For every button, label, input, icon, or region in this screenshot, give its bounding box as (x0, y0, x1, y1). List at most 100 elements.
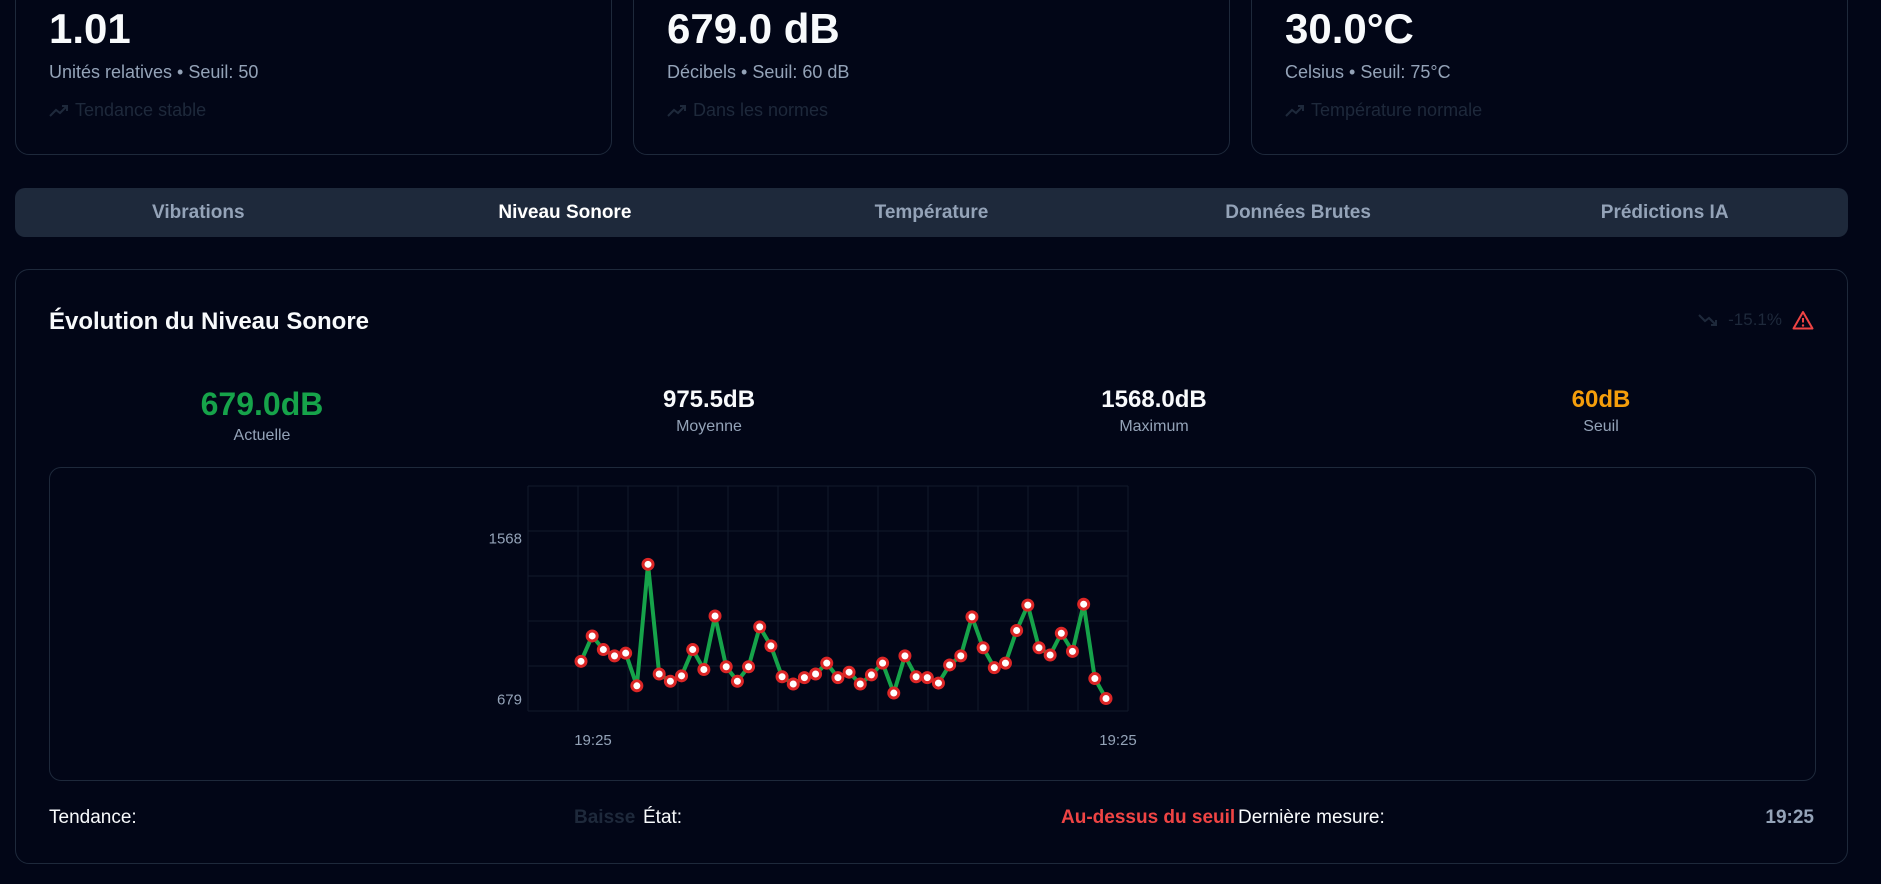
data-point (898, 649, 912, 663)
trending-down-icon (1698, 314, 1718, 326)
data-point (976, 641, 990, 655)
data-point (987, 661, 1001, 675)
data-point (1043, 648, 1057, 662)
data-point (831, 671, 845, 685)
trend-value: Baisse (574, 807, 636, 828)
data-point (608, 649, 622, 663)
card-subtitle: Décibels • Seuil: 60 dB (667, 62, 850, 82)
stat-maximum-value: 1568.0dB (1101, 386, 1207, 413)
stat-average: 975.5dB Moyenne (579, 386, 839, 436)
last-measure-value: 19:25 (1765, 807, 1814, 828)
tab-niveau-sonore[interactable]: Niveau Sonore (382, 188, 749, 237)
data-point (1065, 644, 1079, 658)
card-trend: Tendance stable (49, 100, 206, 121)
data-point (864, 668, 878, 682)
stat-average-label: Moyenne (676, 418, 742, 435)
data-point (730, 674, 744, 688)
card-trend: Température normale (1285, 100, 1482, 121)
y-tick-label: 679 (497, 692, 522, 709)
data-point (585, 629, 599, 643)
card-value: 30.0°C (1285, 5, 1414, 52)
trend-label: Tendance: (49, 807, 137, 828)
tab-donnees-brutes[interactable]: Données Brutes (1115, 188, 1482, 237)
stat-maximum-label: Maximum (1119, 418, 1189, 435)
data-point (820, 656, 834, 670)
temperature-card: 30.0°C Celsius • Seuil: 75°C Température… (1251, 0, 1848, 155)
stat-current-label: Actuelle (233, 427, 291, 444)
data-point (697, 662, 711, 676)
data-point (1077, 597, 1091, 611)
data-point (719, 660, 733, 674)
x-tick-label: 19:25 (1099, 732, 1137, 749)
card-subtitle: Celsius • Seuil: 75°C (1285, 62, 1451, 82)
panel-title: Évolution du Niveau Sonore (49, 308, 370, 335)
card-trend: Dans les normes (667, 100, 828, 121)
stat-current: 679.0dB Actuelle (132, 386, 392, 445)
data-point (596, 643, 610, 657)
state-label: État: (643, 807, 683, 828)
data-point (652, 667, 666, 681)
data-point (630, 679, 644, 693)
data-point (1088, 672, 1102, 686)
stat-maximum: 1568.0dB Maximum (1024, 386, 1284, 436)
trending-up-icon (49, 104, 68, 117)
trending-up-icon (1285, 104, 1304, 117)
data-point (753, 620, 767, 634)
tab-predictions-ia[interactable]: Prédictions IA (1481, 188, 1848, 237)
data-point (1099, 691, 1113, 705)
tab-vibrations[interactable]: Vibrations (15, 188, 382, 237)
x-tick-label: 19:25 (574, 732, 612, 749)
data-point (853, 677, 867, 691)
data-point (1054, 626, 1068, 640)
sound-card: 679.0 dB Décibels • Seuil: 60 dB Dans le… (633, 0, 1230, 155)
data-point (619, 646, 633, 660)
data-point (842, 665, 856, 679)
data-point (876, 656, 890, 670)
data-point (641, 557, 655, 571)
card-value: 1.01 (49, 5, 131, 52)
y-tick-label: 1568 (489, 530, 522, 547)
change-value: -15.1% (1728, 310, 1782, 329)
data-point (1010, 624, 1024, 638)
data-point (998, 656, 1012, 670)
card-subtitle: Unités relatives • Seuil: 50 (49, 62, 259, 82)
stat-threshold: 60dB Seuil (1471, 386, 1731, 436)
data-point (931, 676, 945, 690)
data-point (663, 674, 677, 688)
stat-current-value: 679.0dB (200, 386, 324, 422)
stat-threshold-value: 60dB (1571, 386, 1631, 413)
state-value: Au-dessus du seuil (1061, 807, 1236, 828)
stat-average-value: 975.5dB (662, 386, 756, 413)
data-point (920, 671, 934, 685)
tab-bar: Vibrations Niveau Sonore Température Don… (15, 188, 1848, 237)
vibration-card: 1.01 Unités relatives • Seuil: 50 Tendan… (15, 0, 612, 155)
data-point (764, 639, 778, 653)
data-point (708, 609, 722, 623)
data-point (1032, 641, 1046, 655)
card-trend-label: Température normale (1311, 100, 1483, 120)
last-measure-label: Dernière mesure: (1238, 807, 1385, 828)
chart-container: 1568 679 19:25 19:25 (49, 467, 1816, 781)
card-trend-label: Dans les normes (693, 100, 829, 120)
trending-up-icon (667, 104, 686, 117)
data-point (809, 667, 823, 681)
change-badge: -15.1% (1698, 310, 1814, 330)
data-point (887, 686, 901, 700)
data-point (965, 610, 979, 624)
data-point (742, 660, 756, 674)
tab-temperature[interactable]: Température (748, 188, 1115, 237)
data-point (574, 654, 588, 668)
data-point (954, 649, 968, 663)
data-point (775, 670, 789, 684)
card-trend-label: Tendance stable (75, 100, 207, 120)
sound-level-panel: Évolution du Niveau Sonore -15.1% 679.0d… (15, 269, 1848, 864)
sound-level-chart: 1568 679 19:25 19:25 (489, 485, 1137, 749)
data-point (909, 670, 923, 684)
data-point (786, 677, 800, 691)
warning-triangle-icon (1792, 311, 1814, 330)
data-point (797, 671, 811, 685)
data-point (943, 658, 957, 672)
stat-threshold-label: Seuil (1583, 418, 1619, 435)
data-point (1021, 598, 1035, 612)
card-value: 679.0 dB (667, 5, 840, 52)
